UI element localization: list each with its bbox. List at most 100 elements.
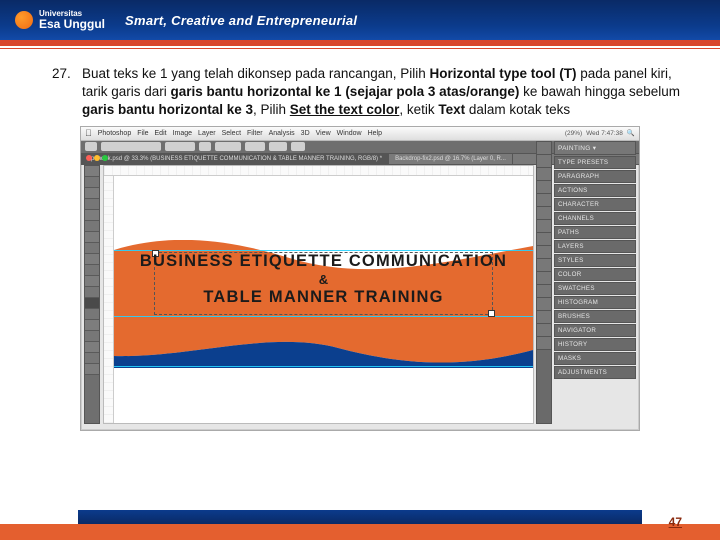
step-number: 27. — [52, 65, 71, 83]
panel-icon[interactable] — [537, 142, 551, 155]
banner-line-1: BUSINESS ETIQUETTE COMMUNICATION — [114, 252, 533, 271]
tool-preset[interactable] — [85, 142, 97, 151]
panel-type-presets[interactable]: TYPE PRESETS — [554, 156, 636, 169]
panel-icon[interactable] — [537, 272, 551, 285]
document-tab-2[interactable]: Backdrop-fix2.psd @ 16.7% (Layer 0, R... — [389, 154, 513, 164]
menu-image[interactable]: Image — [173, 130, 192, 137]
workspace-switcher[interactable]: PAINTING ▾ — [554, 141, 636, 155]
ruler-horizontal[interactable] — [104, 166, 533, 176]
slide-header: Universitas Esa Unggul Smart, Creative a… — [0, 0, 720, 40]
panel-layers[interactable]: LAYERS — [554, 240, 636, 253]
menu-layer[interactable]: Layer — [198, 130, 216, 137]
antialias-select[interactable] — [245, 142, 265, 151]
wand-tool[interactable] — [85, 199, 99, 210]
panel-icon[interactable] — [537, 181, 551, 194]
move-tool[interactable] — [85, 166, 99, 177]
panel-navigator[interactable]: NAVIGATOR — [554, 324, 636, 337]
text-color-swatch[interactable] — [291, 142, 305, 151]
document-tab-1[interactable]: Spanduk.psd @ 33.3% (BUSINESS ETIQUETTE … — [81, 154, 389, 164]
type-tool[interactable] — [85, 298, 99, 309]
swatch-fg-bg[interactable] — [85, 353, 99, 364]
font-style-select[interactable] — [165, 142, 195, 151]
panel-paths[interactable]: PATHS — [554, 226, 636, 239]
panel-icon[interactable] — [537, 220, 551, 233]
panel-icon[interactable] — [537, 207, 551, 220]
zoom-tool[interactable] — [85, 342, 99, 353]
hand-tool[interactable] — [85, 331, 99, 342]
panel-icon[interactable] — [537, 311, 551, 324]
panel-swatches[interactable]: SWATCHES — [554, 282, 636, 295]
header-accent-bar — [0, 40, 720, 46]
instruction-block: 27. Buat teks ke 1 yang telah dikonsep p… — [0, 49, 720, 126]
canvas[interactable]: BUSINESS ETIQUETTE COMMUNICATION & TABLE… — [114, 176, 533, 423]
panel-icon-strip — [536, 141, 552, 424]
banner-text-layer[interactable]: BUSINESS ETIQUETTE COMMUNICATION & TABLE… — [114, 252, 533, 307]
panel-icon[interactable] — [537, 168, 551, 181]
text-align-buttons[interactable] — [269, 142, 287, 151]
menu-3d[interactable]: 3D — [301, 130, 310, 137]
panel-channels[interactable]: CHANNELS — [554, 212, 636, 225]
eraser-tool[interactable] — [85, 254, 99, 265]
menu-view[interactable]: View — [316, 130, 331, 137]
tagline: Smart, Creative and Entrepreneurial — [125, 13, 357, 28]
panel-styles[interactable]: STYLES — [554, 254, 636, 267]
font-family-select[interactable] — [101, 142, 161, 151]
font-size-icon — [199, 142, 211, 151]
menu-help[interactable]: Help — [368, 130, 382, 137]
spotlight-icon[interactable]: 🔍 — [627, 129, 635, 137]
panel-icon[interactable] — [537, 285, 551, 298]
brush-tool[interactable] — [85, 232, 99, 243]
panel-masks[interactable]: MASKS — [554, 352, 636, 365]
panel-icon[interactable] — [537, 246, 551, 259]
panel-label-strip: PAINTING ▾ TYPE PRESETS PARAGRAPH ACTION… — [554, 141, 636, 424]
panel-icon[interactable] — [537, 233, 551, 246]
panel-paragraph[interactable]: PARAGRAPH — [554, 170, 636, 183]
gradient-tool[interactable] — [85, 265, 99, 276]
panel-icon[interactable] — [537, 259, 551, 272]
footer-orange-bar — [0, 524, 720, 540]
panel-histogram[interactable]: HISTOGRAM — [554, 296, 636, 309]
panel-icon[interactable] — [537, 298, 551, 311]
panel-icon[interactable] — [537, 155, 551, 168]
panel-actions[interactable]: ACTIONS — [554, 184, 636, 197]
menu-select[interactable]: Select — [222, 130, 241, 137]
menu-filter[interactable]: Filter — [247, 130, 263, 137]
close-icon[interactable] — [86, 155, 92, 161]
crop-tool[interactable] — [85, 210, 99, 221]
banner-ampersand: & — [114, 272, 533, 287]
panel-history[interactable]: HISTORY — [554, 338, 636, 351]
panel-color[interactable]: COLOR — [554, 268, 636, 281]
quick-mask[interactable] — [85, 364, 99, 375]
menu-window[interactable]: Window — [337, 130, 362, 137]
ruler-vertical[interactable] — [104, 176, 114, 423]
eyedropper-tool[interactable] — [85, 221, 99, 232]
zoom-icon[interactable] — [102, 155, 108, 161]
panel-character[interactable]: CHARACTER — [554, 198, 636, 211]
font-size-select[interactable] — [215, 142, 241, 151]
marquee-tool[interactable] — [85, 177, 99, 188]
menu-file[interactable]: File — [137, 130, 148, 137]
guide-3[interactable] — [114, 366, 533, 367]
guide-1[interactable] — [114, 250, 533, 251]
panel-adjustments[interactable]: ADJUSTMENTS — [554, 366, 636, 379]
apple-icon[interactable]:  — [85, 128, 92, 138]
photoshop-screenshot:  Photoshop File Edit Image Layer Select… — [80, 126, 640, 431]
pen-tool[interactable] — [85, 287, 99, 298]
slide-footer: 47 — [0, 510, 720, 540]
menu-analysis[interactable]: Analysis — [269, 130, 295, 137]
panel-icon[interactable] — [537, 194, 551, 207]
blur-tool[interactable] — [85, 276, 99, 287]
stamp-tool[interactable] — [85, 243, 99, 254]
guide-2[interactable] — [114, 316, 533, 317]
minimize-icon[interactable] — [94, 155, 100, 161]
right-panel-dock: PAINTING ▾ TYPE PRESETS PARAGRAPH ACTION… — [536, 141, 636, 424]
menu-photoshop[interactable]: Photoshop — [98, 130, 131, 137]
document-window: BUSINESS ETIQUETTE COMMUNICATION & TABLE… — [103, 165, 534, 424]
path-tool[interactable] — [85, 309, 99, 320]
panel-brushes[interactable]: BRUSHES — [554, 310, 636, 323]
menu-edit[interactable]: Edit — [155, 130, 167, 137]
panel-icon[interactable] — [537, 324, 551, 337]
shape-tool[interactable] — [85, 320, 99, 331]
panel-icon[interactable] — [537, 337, 551, 350]
lasso-tool[interactable] — [85, 188, 99, 199]
